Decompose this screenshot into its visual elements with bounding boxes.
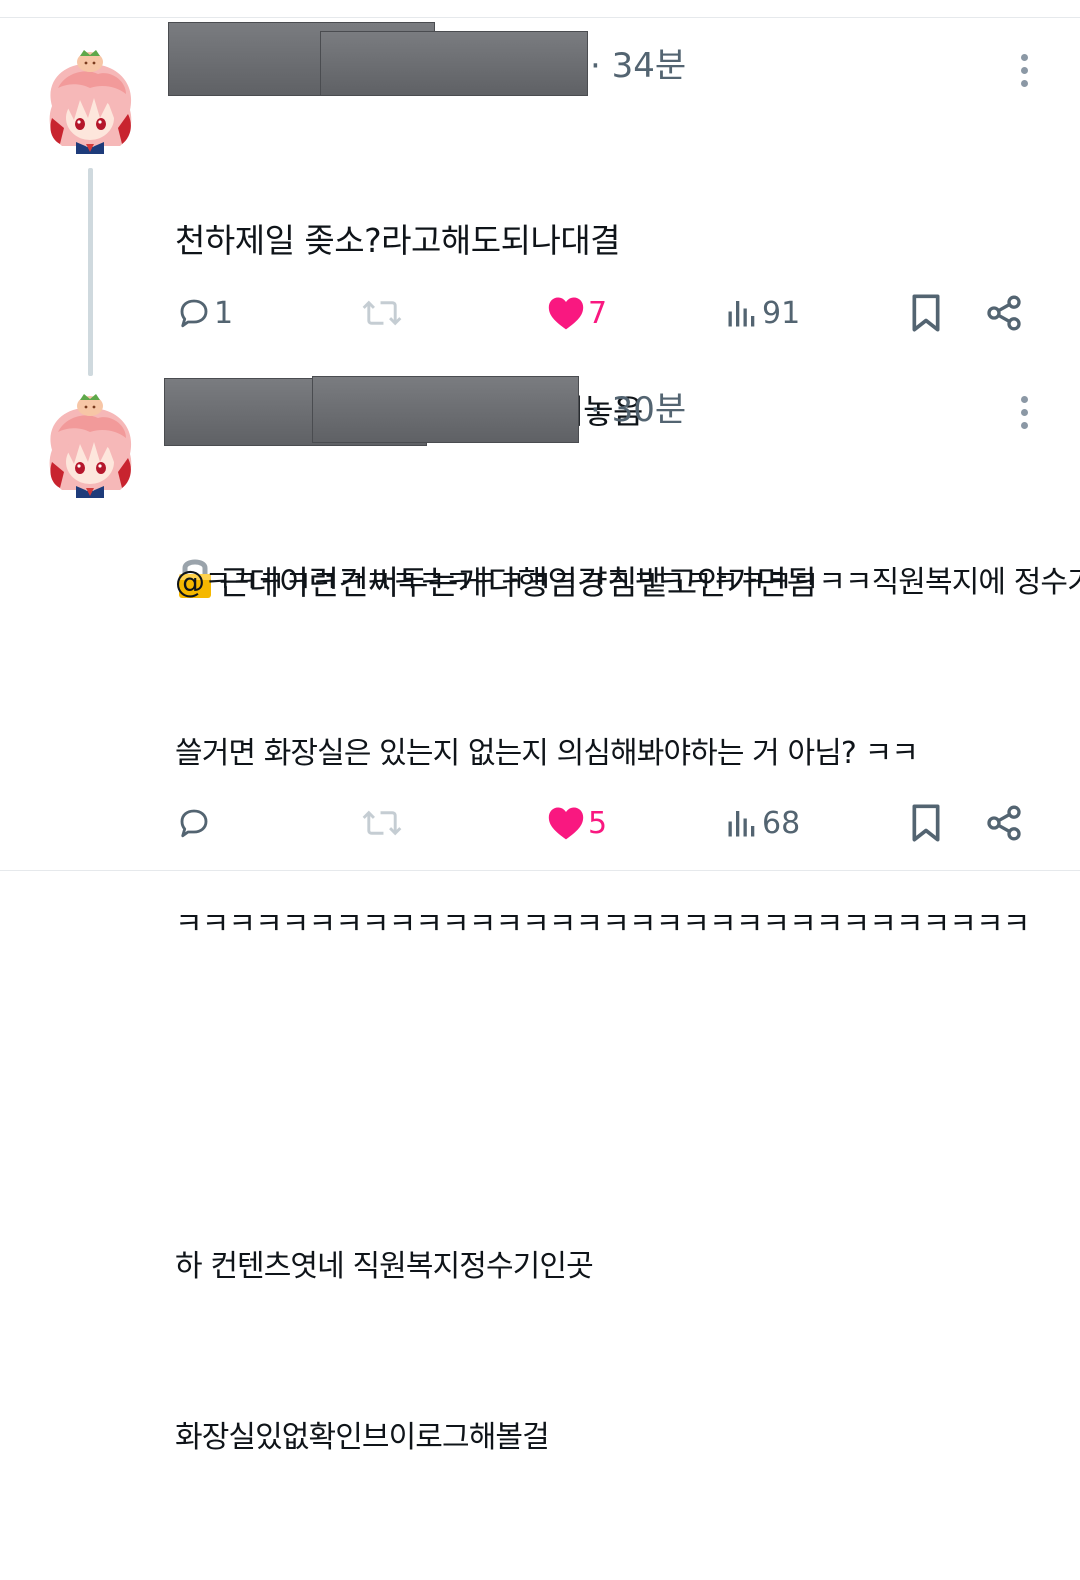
post-line: 화장실있없확인브이로그해볼걸 [175,1420,550,1455]
action-bar: 5 68 [0,798,1080,848]
retweet-icon [360,805,404,841]
share-button[interactable] [984,288,1024,338]
views-icon [724,295,760,331]
more-icon[interactable] [1019,54,1029,93]
like-icon [546,805,586,841]
handle-redaction [312,376,579,443]
avatar[interactable] [38,392,142,498]
reply-button[interactable] [176,798,214,848]
share-button[interactable] [984,798,1024,848]
avatar[interactable] [38,48,142,154]
views-count: 91 [762,295,801,331]
like-count: 7 [588,295,608,331]
like-button[interactable]: 5 [546,798,607,848]
views-count: 68 [762,805,801,841]
post-body: @ㅋㅋㅋㅋㅋㅋㅋㅋㅋㅋㅋㅋㅋㅋㅋㅋㅋㅋㅋㅋㅋㅋㅋㅋㅋ직원복지에 정수기 쓸거면 … [175,440,1080,1580]
share-icon [984,803,1024,843]
share-icon [984,293,1024,333]
post-timestamp[interactable]: · 34분 [590,46,686,86]
post-line-blank [175,1067,1055,1124]
more-icon[interactable] [1019,396,1029,435]
reply-icon [176,805,212,841]
views-button[interactable]: 68 [724,798,800,848]
post-line: 하 컨텐츠엿네 직원복지정수기인곳 [175,1249,594,1284]
post-line: 천하제일 좆소?라고해도되나대결 [175,221,621,260]
post-line[interactable]: @ㅋㅋㅋㅋㅋㅋㅋㅋㅋㅋㅋㅋㅋㅋㅋㅋㅋㅋㅋㅋㅋㅋㅋㅋㅋ직원복지에 정수기 [175,554,1080,611]
reply-count: 1 [214,295,234,331]
handle-redaction [320,31,588,96]
bookmark-icon [908,803,944,843]
reply-button[interactable]: 1 [176,288,233,338]
thread-connector [88,168,93,376]
bottom-divider [0,870,1080,871]
post-line: ㅋㅋㅋㅋㅋㅋㅋㅋㅋㅋㅋㅋㅋㅋㅋㅋㅋㅋㅋㅋㅋㅋㅋㅋㅋㅋㅋㅋㅋㅋㅋㅋ [175,907,1030,942]
post-line: 쓸거면 화장실은 있는지 없는지 의심해봐야하는 거 아님? ㅋㅋ [175,736,919,771]
bookmark-icon [908,293,944,333]
action-bar: 1 7 91 [0,288,1080,338]
retweet-button[interactable] [360,798,406,848]
views-button[interactable]: 91 [724,288,800,338]
bookmark-button[interactable] [908,798,944,848]
like-icon [546,295,586,331]
reply-icon [176,295,212,331]
retweet-button[interactable] [360,288,406,338]
views-icon [724,805,760,841]
bookmark-button[interactable] [908,288,944,338]
like-count: 5 [588,805,608,841]
post-timestamp[interactable]: · 30분 [590,390,686,430]
top-divider [0,17,1080,18]
retweet-icon [360,295,404,331]
like-button[interactable]: 7 [546,288,607,338]
